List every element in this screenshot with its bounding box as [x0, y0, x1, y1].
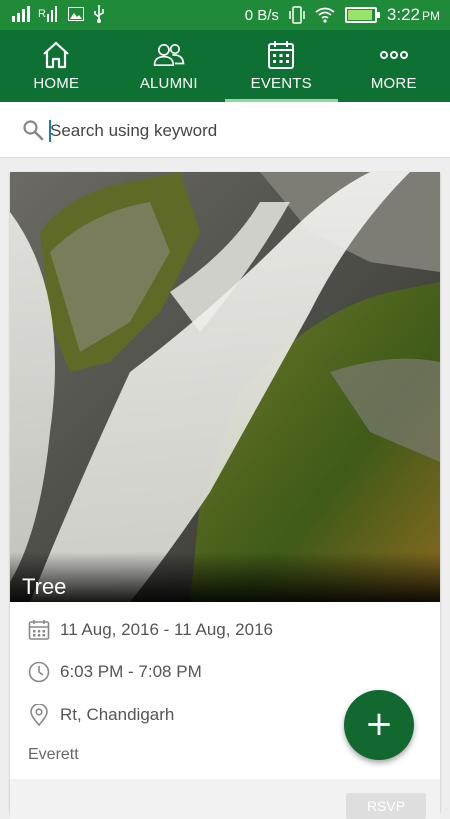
event-time-row: 6:03 PM - 7:08 PM — [28, 661, 202, 683]
people-icon — [152, 40, 186, 70]
more-dots-icon — [377, 40, 411, 70]
event-date-row: 11 Aug, 2016 - 11 Aug, 2016 — [28, 619, 273, 641]
clock-icon — [28, 661, 50, 683]
calendar-icon — [264, 40, 298, 70]
status-bar: R 0 B/s 3:22PM — [0, 0, 450, 30]
usb-icon — [92, 5, 106, 23]
search-bar — [0, 102, 450, 158]
calendar-icon — [28, 619, 50, 641]
clock: 3:22PM — [387, 5, 440, 25]
event-location: Rt, Chandigarh — [60, 705, 174, 725]
status-right: 0 B/s 3:22PM — [245, 5, 440, 25]
nav-events[interactable]: EVENTS — [225, 30, 338, 102]
nav-more-label: MORE — [371, 75, 417, 92]
vibrate-icon — [289, 6, 305, 24]
status-left-icons: R — [12, 5, 106, 23]
top-nav: HOME ALUMNI EVENTS MORE — [0, 30, 450, 102]
event-image[interactable]: Tree — [10, 172, 440, 602]
signal-icon — [12, 6, 30, 22]
net-speed: 0 B/s — [245, 7, 279, 24]
rsvp-button[interactable]: RSVP — [346, 793, 426, 819]
nav-more[interactable]: MORE — [338, 30, 450, 102]
nav-alumni[interactable]: ALUMNI — [113, 30, 226, 102]
location-pin-icon — [28, 704, 50, 726]
search-input[interactable] — [50, 116, 430, 146]
nav-home[interactable]: HOME — [0, 30, 113, 102]
add-event-fab[interactable]: + — [344, 690, 414, 760]
event-location-row: Rt, Chandigarh — [28, 704, 174, 726]
nav-events-label: EVENTS — [251, 75, 312, 92]
svg-text:R: R — [38, 8, 46, 20]
home-icon — [39, 40, 73, 70]
search-icon — [22, 119, 44, 141]
nav-alumni-label: ALUMNI — [140, 75, 198, 92]
card-footer: RSVP — [10, 779, 440, 819]
event-title: Tree — [22, 574, 66, 600]
event-date: 11 Aug, 2016 - 11 Aug, 2016 — [60, 620, 273, 640]
event-time: 6:03 PM - 7:08 PM — [60, 662, 202, 682]
battery-charging-icon — [345, 7, 377, 23]
event-host: Everett — [28, 746, 79, 764]
image-icon — [68, 7, 84, 21]
waterfall-image — [10, 172, 440, 602]
signal-r-icon: R — [38, 6, 60, 22]
wifi-icon — [315, 7, 335, 23]
nav-home-label: HOME — [33, 75, 79, 92]
